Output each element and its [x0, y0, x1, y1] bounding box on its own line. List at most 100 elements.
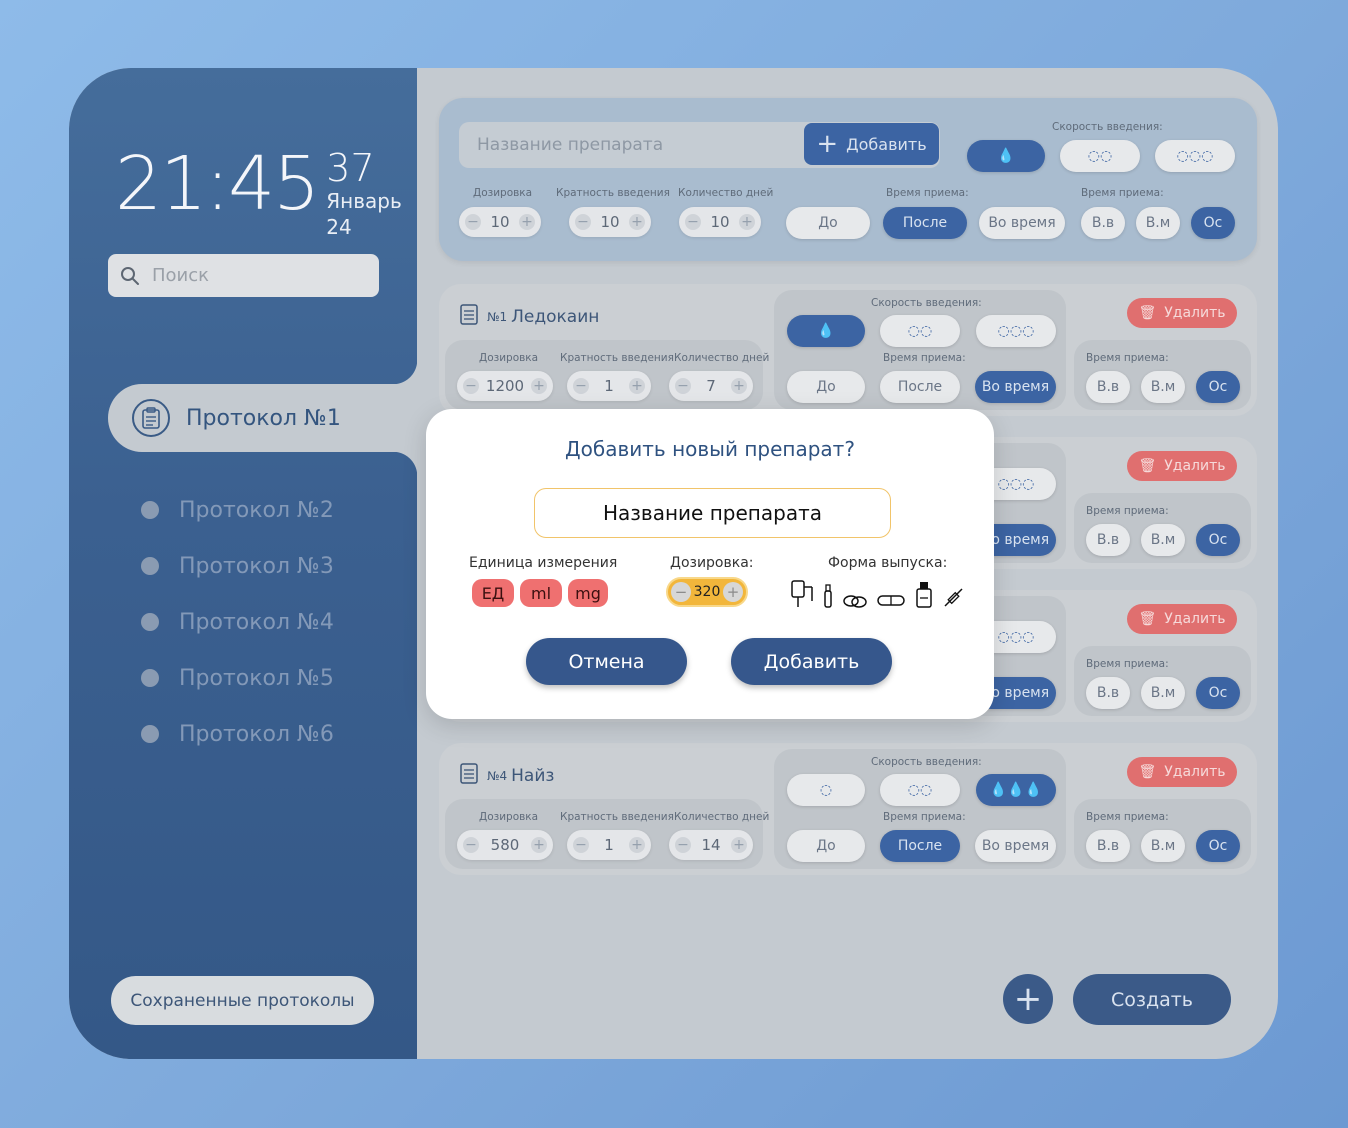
unit-mg-button[interactable]: mg — [568, 579, 608, 607]
speed-2-button[interactable]: ◌◌ — [880, 774, 960, 806]
modal-drug-name-input[interactable]: Название препарата — [534, 488, 891, 538]
time-after-button[interactable]: После — [880, 371, 960, 403]
days-label: Количество дней — [678, 187, 774, 199]
delete-button[interactable]: 🗑 Удалить — [1127, 298, 1237, 328]
delete-button[interactable]: 🗑 Удалить — [1127, 604, 1237, 634]
period-oral-button[interactable]: Ос — [1196, 830, 1240, 862]
modal-dose-stepper[interactable]: −320 + — [666, 577, 748, 607]
time-before-button[interactable]: До — [787, 371, 865, 403]
add-drug-button[interactable]: + Добавить — [804, 123, 939, 165]
freq-stepper[interactable]: −1 + — [567, 830, 651, 860]
clipboard-icon — [459, 761, 479, 790]
plus-icon[interactable]: + — [628, 378, 645, 394]
minus-icon[interactable]: − — [671, 582, 691, 602]
speed-3-button[interactable]: ◌◌◌ — [976, 315, 1056, 347]
delete-button[interactable]: 🗑 Удалить — [1127, 757, 1237, 787]
sidebar-item-protocol[interactable]: Протокол №6 — [141, 706, 334, 762]
sidebar-item-protocol[interactable]: Протокол №2 — [141, 482, 334, 538]
speed-3-button[interactable]: ◌◌◌ — [1155, 140, 1235, 172]
period-iv-button[interactable]: В.в — [1081, 207, 1125, 239]
unit-ed-button[interactable]: ЕД — [472, 579, 514, 607]
speed-3-button[interactable]: 💧💧💧 — [976, 774, 1056, 806]
unit-ml-button[interactable]: ml — [520, 579, 562, 607]
bullet-icon — [141, 501, 159, 519]
time-label: Время приема: — [886, 187, 969, 199]
period-im-button[interactable]: В.м — [1136, 207, 1180, 239]
minus-icon[interactable]: − — [675, 837, 691, 853]
days-stepper[interactable]: −7 + — [669, 371, 753, 401]
dose-stepper[interactable]: −10 + — [459, 207, 541, 237]
period-im-button[interactable]: В.м — [1141, 371, 1185, 403]
time-during-button[interactable]: Во время — [975, 371, 1056, 403]
delete-button[interactable]: 🗑 Удалить — [1127, 451, 1237, 481]
dose-stepper[interactable]: −1200 + — [457, 371, 553, 401]
add-card-button[interactable]: + — [1003, 974, 1053, 1024]
time-during-button[interactable]: Во время — [975, 830, 1056, 862]
period-im-button[interactable]: В.м — [1141, 830, 1185, 862]
saved-protocols-button[interactable]: Сохраненные протоколы — [111, 976, 374, 1025]
period-im-button[interactable]: В.м — [1141, 524, 1185, 556]
speed-2-button[interactable]: ◌◌ — [1060, 140, 1140, 172]
freq-stepper[interactable]: −10 + — [569, 207, 651, 237]
search-input[interactable]: Поиск — [108, 254, 379, 297]
confirm-add-button[interactable]: Добавить — [731, 638, 892, 685]
plus-icon[interactable]: + — [731, 837, 747, 853]
minus-icon[interactable]: − — [573, 837, 589, 853]
minus-icon[interactable]: − — [463, 378, 479, 394]
drug-number: №4 — [487, 768, 508, 783]
time-before-button[interactable]: До — [786, 207, 870, 239]
period-iv-button[interactable]: В.в — [1086, 371, 1130, 403]
plus-icon[interactable]: + — [722, 582, 743, 602]
minus-icon[interactable]: − — [575, 214, 591, 230]
plus-icon[interactable]: + — [628, 837, 645, 853]
plus-icon[interactable]: + — [531, 378, 547, 394]
plus-icon[interactable]: + — [519, 214, 535, 230]
time-after-button[interactable]: После — [880, 830, 960, 862]
sidebar-item-protocol[interactable]: Протокол №4 — [141, 594, 334, 650]
plus-icon[interactable]: + — [530, 837, 547, 853]
clock-time: 21:45 — [115, 141, 320, 227]
period-im-button[interactable]: В.м — [1141, 677, 1185, 709]
pills-icon[interactable] — [842, 593, 868, 609]
plus-icon[interactable]: + — [629, 214, 645, 230]
time-after-button[interactable]: После — [883, 207, 967, 239]
period-iv-button[interactable]: В.в — [1086, 830, 1130, 862]
cancel-button[interactable]: Отмена — [526, 638, 687, 685]
create-button[interactable]: Создать — [1073, 974, 1231, 1025]
sidebar-item-active-protocol[interactable]: Протокол №1 — [108, 360, 417, 476]
freq-stepper[interactable]: −1 + — [567, 371, 651, 401]
speed-1-button[interactable]: 💧 — [787, 315, 865, 347]
minus-icon[interactable]: − — [675, 378, 691, 394]
vial-icon[interactable] — [822, 583, 834, 609]
period-oral-button[interactable]: Ос — [1196, 524, 1240, 556]
period-oral-button[interactable]: Ос — [1191, 207, 1235, 239]
plus-icon[interactable]: + — [730, 378, 747, 394]
syringe-icon[interactable] — [942, 585, 966, 609]
capsule-icon[interactable] — [876, 591, 906, 609]
bottle-icon[interactable] — [914, 579, 934, 609]
speed-1-button[interactable]: ◌ — [787, 774, 865, 806]
time-before-button[interactable]: До — [787, 830, 865, 862]
sidebar-item-protocol[interactable]: Протокол №5 — [141, 650, 334, 706]
minus-icon[interactable]: − — [463, 837, 479, 853]
minus-icon[interactable]: − — [465, 214, 481, 230]
minus-icon[interactable]: − — [573, 378, 589, 394]
period-iv-button[interactable]: В.в — [1086, 524, 1130, 556]
speed-2-button[interactable]: ◌◌ — [880, 315, 960, 347]
sidebar-item-protocol[interactable]: Протокол №3 — [141, 538, 334, 594]
speed-1-button[interactable]: 💧 — [967, 140, 1045, 172]
days-stepper[interactable]: −10 + — [679, 207, 761, 237]
minus-icon[interactable]: − — [685, 214, 701, 230]
trash-icon: 🗑 — [1138, 764, 1157, 780]
plus-icon[interactable]: + — [739, 214, 755, 230]
dropper-bag-icon[interactable] — [790, 577, 814, 609]
protocol-label: Протокол №4 — [179, 609, 334, 635]
time-during-button[interactable]: Во время — [979, 207, 1065, 239]
three-drops-icon: 💧💧💧 — [989, 782, 1043, 798]
period-iv-button[interactable]: В.в — [1086, 677, 1130, 709]
period-oral-button[interactable]: Ос — [1196, 677, 1240, 709]
days-stepper[interactable]: −14 + — [669, 830, 753, 860]
dose-stepper[interactable]: −580 + — [457, 830, 553, 860]
delete-label: Удалить — [1164, 764, 1226, 780]
period-oral-button[interactable]: Ос — [1196, 371, 1240, 403]
